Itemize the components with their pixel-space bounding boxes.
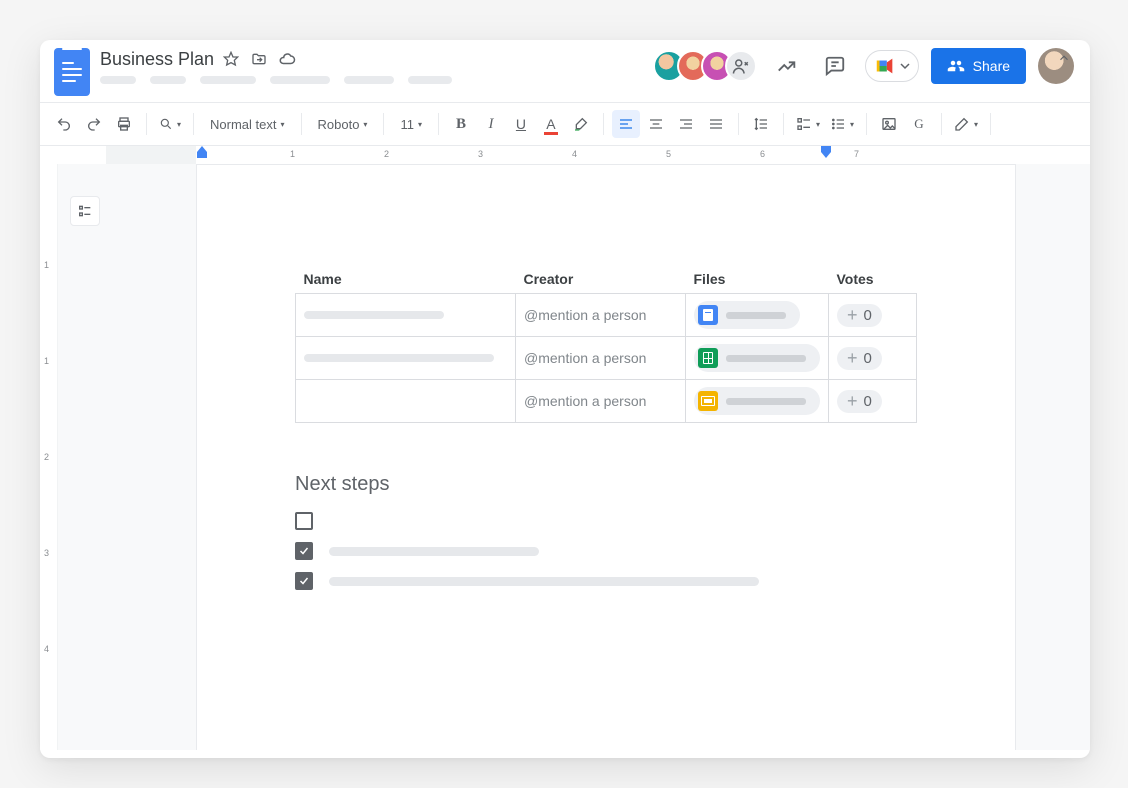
insert-special-button[interactable]: G [905, 110, 933, 138]
name-placeholder [304, 311, 444, 319]
editor-canvas: 1 1 2 3 4 Name Creator Files Votes @ment… [40, 164, 1090, 750]
anonymous-avatar[interactable] [725, 50, 757, 82]
checkbox[interactable] [295, 542, 313, 560]
font-select[interactable]: Roboto▾ [310, 110, 376, 138]
table-header: Creator [516, 265, 686, 294]
file-name-placeholder [726, 398, 806, 405]
file-chip[interactable] [694, 387, 820, 415]
meet-button[interactable] [865, 50, 919, 82]
vertical-ruler[interactable]: 1 1 2 3 4 [40, 164, 58, 750]
zoom-select[interactable]: ▾ [155, 110, 185, 138]
table-header: Files [686, 265, 829, 294]
align-left-button[interactable] [612, 110, 640, 138]
menu-item[interactable] [100, 76, 136, 84]
menubar [100, 76, 552, 84]
collapse-toolbar-button[interactable] [1050, 44, 1078, 72]
table-row[interactable]: @mention a person +0 [296, 337, 917, 380]
undo-button[interactable] [50, 110, 78, 138]
align-center-button[interactable] [642, 110, 670, 138]
document-title[interactable]: Business Plan [100, 48, 214, 70]
indent-marker-right-icon[interactable] [820, 144, 832, 160]
docs-app-icon[interactable] [54, 48, 90, 96]
activity-icon[interactable] [769, 48, 805, 84]
slide-file-icon [698, 391, 718, 411]
table-row[interactable]: @mention a person +0 [296, 294, 917, 337]
mention-placeholder[interactable]: @mention a person [524, 350, 646, 366]
underline-button[interactable]: U [507, 110, 535, 138]
star-icon[interactable] [220, 48, 242, 70]
file-name-placeholder [726, 312, 786, 319]
plus-icon: + [847, 394, 858, 408]
horizontal-ruler[interactable]: 1 2 3 4 5 6 7 [40, 146, 1090, 164]
plus-icon: + [847, 308, 858, 322]
editing-mode-button[interactable]: ▾ [950, 110, 982, 138]
insert-image-button[interactable] [875, 110, 903, 138]
vote-count: 0 [864, 307, 872, 324]
toolbar: ▾ Normal text▾ Roboto▾ 11▾ B I U A ▾ ▾ G… [40, 103, 1090, 145]
titlebar: Business Plan [40, 40, 1090, 102]
show-outline-button[interactable] [70, 196, 100, 226]
menu-item[interactable] [270, 76, 330, 84]
vote-chip[interactable]: +0 [837, 304, 882, 327]
checklist-button[interactable]: ▾ [792, 110, 824, 138]
file-name-placeholder [726, 355, 806, 362]
style-select[interactable]: Normal text▾ [202, 110, 292, 138]
cloud-status-icon[interactable] [276, 48, 298, 70]
table-header: Votes [829, 265, 917, 294]
file-chip[interactable] [694, 344, 820, 372]
table-header: Name [296, 265, 516, 294]
table-row[interactable]: @mention a person +0 [296, 380, 917, 423]
share-button[interactable]: Share [931, 48, 1026, 84]
name-placeholder [304, 354, 494, 362]
menu-item[interactable] [200, 76, 256, 84]
checklist-item[interactable] [295, 512, 917, 530]
mention-placeholder[interactable]: @mention a person [524, 393, 646, 409]
section-heading[interactable]: Next steps [295, 473, 917, 496]
vote-count: 0 [864, 350, 872, 367]
vote-chip[interactable]: +0 [837, 347, 882, 370]
file-chip[interactable] [694, 301, 800, 329]
checkbox[interactable] [295, 512, 313, 530]
text-color-button[interactable]: A [537, 110, 565, 138]
redo-button[interactable] [80, 110, 108, 138]
plus-icon: + [847, 351, 858, 365]
menu-item[interactable] [150, 76, 186, 84]
italic-button[interactable]: I [477, 110, 505, 138]
doc-file-icon [698, 305, 718, 325]
app-window: Business Plan [40, 40, 1090, 758]
fontsize-label: 11 [400, 117, 414, 132]
checklist-item[interactable] [295, 542, 917, 560]
vote-chip[interactable]: +0 [837, 390, 882, 413]
checklist-text-placeholder [329, 547, 539, 556]
align-justify-button[interactable] [702, 110, 730, 138]
fontsize-select[interactable]: 11▾ [392, 110, 430, 138]
project-table[interactable]: Name Creator Files Votes @mention a pers… [295, 265, 917, 423]
checklist-item[interactable] [295, 572, 917, 590]
checklist-text-placeholder [329, 577, 759, 586]
align-right-button[interactable] [672, 110, 700, 138]
document-page[interactable]: Name Creator Files Votes @mention a pers… [196, 164, 1016, 750]
bulleted-list-button[interactable]: ▾ [826, 110, 858, 138]
checkbox[interactable] [295, 572, 313, 590]
mention-placeholder[interactable]: @mention a person [524, 307, 646, 323]
font-label: Roboto [318, 117, 360, 132]
share-button-label: Share [973, 58, 1010, 74]
bold-button[interactable]: B [447, 110, 475, 138]
comment-history-icon[interactable] [817, 48, 853, 84]
vote-count: 0 [864, 393, 872, 410]
indent-marker-left-icon[interactable] [196, 144, 208, 160]
print-button[interactable] [110, 110, 138, 138]
menu-item[interactable] [408, 76, 452, 84]
presence-avatars[interactable] [653, 50, 757, 82]
move-icon[interactable] [248, 48, 270, 70]
sheet-file-icon [698, 348, 718, 368]
menu-item[interactable] [344, 76, 394, 84]
line-spacing-button[interactable] [747, 110, 775, 138]
highlight-button[interactable] [567, 110, 595, 138]
style-label: Normal text [210, 117, 276, 132]
